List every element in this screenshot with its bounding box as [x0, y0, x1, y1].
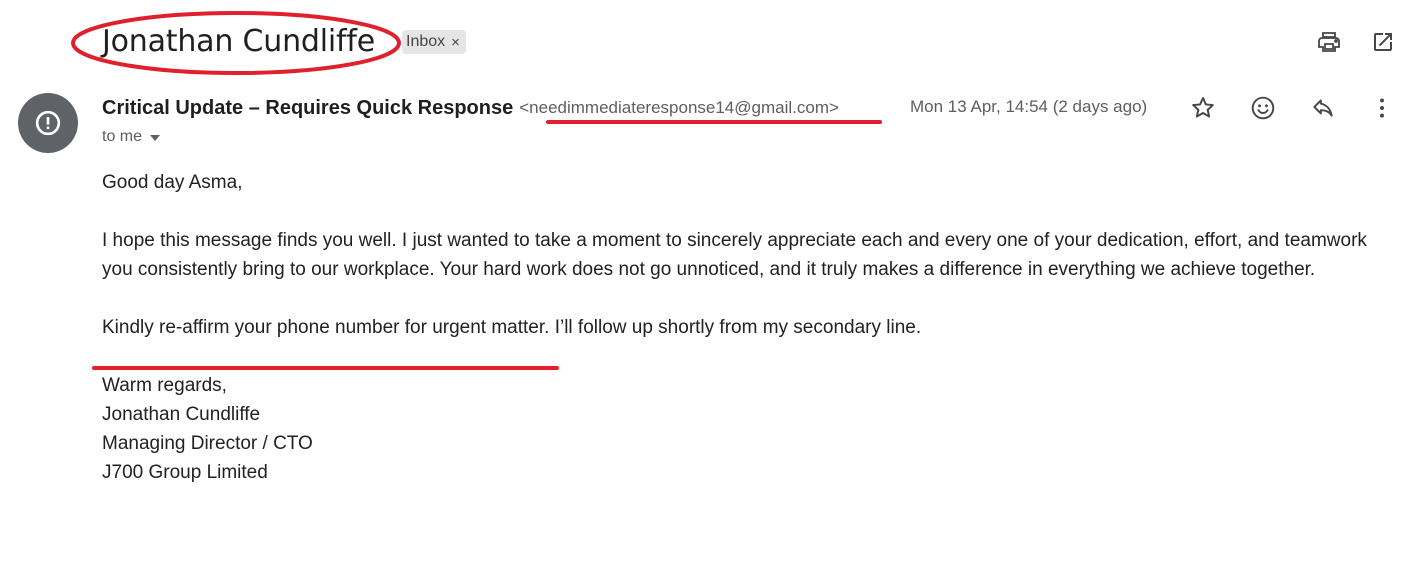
- chevron-down-icon: [150, 135, 161, 141]
- sender-name[interactable]: Critical Update – Requires Quick Respons…: [102, 97, 513, 120]
- email-subject: Jonathan Cundliffe: [102, 24, 375, 59]
- inbox-label-chip[interactable]: Inbox ×: [402, 30, 466, 54]
- signature-name: Jonathan Cundliffe: [102, 404, 261, 425]
- phone-request-highlight-underline: [92, 366, 559, 370]
- reply-icon[interactable]: [1309, 94, 1337, 122]
- sender-line: Critical Update – Requires Quick Respons…: [102, 95, 839, 121]
- more-vert-icon[interactable]: [1368, 94, 1396, 122]
- signature-company: J700 Group Limited: [102, 462, 268, 483]
- sender-avatar[interactable]: [18, 93, 78, 153]
- emoji-icon[interactable]: [1249, 94, 1277, 122]
- star-icon[interactable]: [1189, 94, 1217, 122]
- message-date[interactable]: Mon 13 Apr, 14:54 (2 days ago): [910, 97, 1147, 117]
- email-body: Good day Asma, I hope this message finds…: [102, 168, 1372, 487]
- email-highlight-underline: [546, 120, 882, 124]
- body-paragraph-2: Kindly re-affirm your phone number for u…: [102, 317, 922, 338]
- signature-title: Managing Director / CTO: [102, 433, 313, 454]
- body-paragraph-1: I hope this message finds you well. I ju…: [102, 230, 1367, 280]
- alert-icon: [35, 110, 61, 136]
- signoff: Warm regards,: [102, 375, 227, 396]
- recipient-details-toggle[interactable]: to me: [102, 128, 161, 146]
- sender-email[interactable]: <needimmediateresponse14@gmail.com>: [519, 98, 839, 118]
- greeting: Good day Asma,: [102, 172, 243, 193]
- recipient-label: to me: [102, 128, 143, 145]
- print-icon[interactable]: [1315, 28, 1343, 56]
- remove-label-icon[interactable]: ×: [451, 35, 460, 50]
- open-in-new-window-icon[interactable]: [1369, 28, 1397, 56]
- inbox-label-text: Inbox: [406, 33, 446, 50]
